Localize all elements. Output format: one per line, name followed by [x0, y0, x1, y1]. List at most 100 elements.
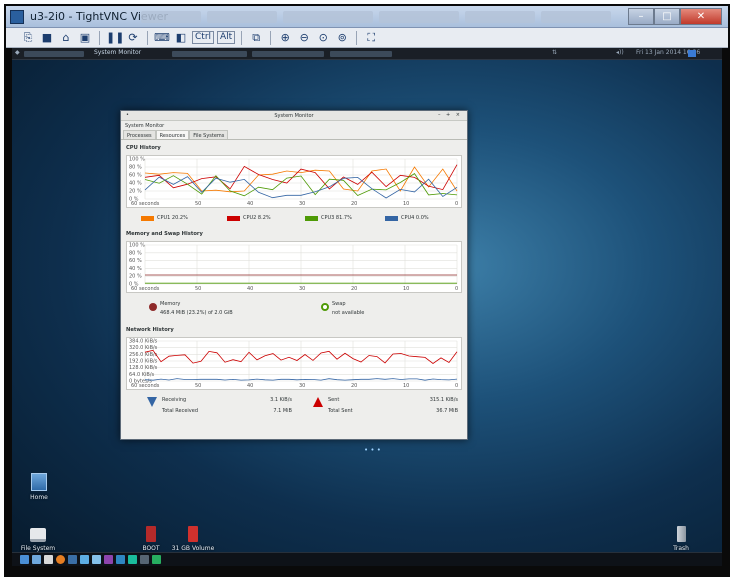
- workspace-switcher[interactable]: [688, 50, 696, 57]
- text-editor-icon[interactable]: [116, 555, 125, 564]
- remote-desktop[interactable]: ◆ System Monitor ⇅ ◂)) Fri 13 Jan 2014 1…: [12, 48, 722, 566]
- info-icon[interactable]: ▣: [77, 30, 93, 45]
- media-icon[interactable]: [104, 555, 113, 564]
- cpu2-label: CPU2 8.2%: [243, 215, 271, 221]
- loading-spinner-icon: • • •: [364, 446, 381, 454]
- network-icon[interactable]: ⇅: [552, 49, 557, 56]
- show-desktop-icon[interactable]: [20, 555, 29, 564]
- x-tick-label: 50: [195, 201, 201, 207]
- memory-history-title: Memory and Swap History: [126, 231, 203, 237]
- y-tick-label: 128.0 KiB/s: [129, 365, 158, 371]
- swap-label: Swap: [332, 301, 346, 307]
- desktop-icon-label: File System: [20, 545, 56, 552]
- monitor-menu-label[interactable]: System Monitor: [121, 121, 467, 130]
- cpu4-legend: CPU4 0.0%: [385, 215, 429, 221]
- viewer-toolbar: ⎘ ■ ⌂ ▣ ❚❚ ⟳ ⌨ ◧ Ctrl Alt ⧉ ⊕ ⊖ ⊙ ⊚ ⛶: [6, 28, 728, 48]
- tab-file-systems[interactable]: File Systems: [189, 130, 229, 139]
- trash-icon: [676, 526, 686, 542]
- x-tick-label: 50: [195, 383, 201, 389]
- cpu3-label: CPU3 81.7%: [321, 215, 352, 221]
- x-tick-label: 60 seconds: [131, 383, 160, 389]
- maximize-button[interactable]: □: [654, 8, 680, 25]
- cpu1-swatch[interactable]: [141, 215, 154, 221]
- memory-pie-icon[interactable]: [149, 303, 157, 311]
- zoom-100-icon[interactable]: ⊙: [315, 30, 331, 45]
- system-monitor-icon[interactable]: [128, 555, 137, 564]
- y-tick-label: 60 %: [129, 258, 142, 264]
- software-icon[interactable]: [140, 555, 149, 564]
- taskbar-window-system-monitor[interactable]: System Monitor: [94, 49, 141, 56]
- tab-processes[interactable]: Processes: [123, 130, 156, 139]
- x-tick-label: 10: [403, 383, 409, 389]
- x-tick-label: 20: [351, 286, 357, 292]
- toolbar-separator: [147, 30, 148, 45]
- cpu3-swatch[interactable]: [305, 215, 318, 221]
- swap-pie-icon[interactable]: [321, 303, 329, 311]
- menu-icon[interactable]: ◆: [15, 49, 20, 56]
- ctrl-alt-del-icon[interactable]: ⌨: [154, 30, 170, 45]
- total-sent-label: Total Sent: [328, 408, 353, 414]
- task-ghost: [252, 51, 324, 57]
- x-tick-label: 20: [351, 201, 357, 207]
- zoom-fit-icon[interactable]: ⊚: [334, 30, 350, 45]
- desktop-icon-file-system[interactable]: File System: [16, 528, 60, 552]
- desktop-icon-31gb-volume[interactable]: 31 GB Volume: [170, 526, 216, 552]
- terminal-icon[interactable]: [44, 555, 53, 564]
- cpu1-legend: CPU1 20.2%: [141, 215, 188, 221]
- minimize-button[interactable]: –: [628, 8, 654, 25]
- viewer-title-bar: u3-2i0 - TightVNC Viewer – □ ✕: [6, 6, 728, 28]
- pause-icon[interactable]: ❚❚: [106, 30, 124, 45]
- desktop-icon-trash[interactable]: Trash: [666, 526, 696, 552]
- cpu4-swatch[interactable]: [385, 215, 398, 221]
- remote-bottom-panel: [12, 552, 722, 566]
- network-history-graph: 384.0 KiB/s 320.0 KiB/s 256.0 KiB/s 192.0 K…: [126, 337, 462, 390]
- music-icon[interactable]: [152, 555, 161, 564]
- toolbar-separator: [99, 30, 100, 45]
- zoom-in-icon[interactable]: ⊕: [277, 30, 293, 45]
- desktop-icon-boot[interactable]: BOOT: [136, 526, 166, 552]
- alt-key-button[interactable]: Alt: [217, 31, 236, 44]
- y-tick-label: 40 %: [129, 266, 142, 272]
- win-key-icon[interactable]: ◧: [173, 30, 189, 45]
- files-icon[interactable]: [32, 555, 41, 564]
- sent-value: 315.1 KiB/s: [429, 397, 458, 403]
- desktop-icon-home[interactable]: Home: [24, 473, 54, 501]
- y-tick-label: 384.0 KiB/s: [129, 339, 158, 345]
- sent-arrow-icon[interactable]: [313, 397, 323, 407]
- mail-icon[interactable]: [80, 555, 89, 564]
- ctrl-key-button[interactable]: Ctrl: [192, 31, 215, 44]
- cpu3-legend: CPU3 81.7%: [305, 215, 352, 221]
- task-ghost: [330, 51, 392, 57]
- x-tick-label: 30: [299, 286, 305, 292]
- y-tick-label: 256.0 KiB/s: [129, 352, 158, 358]
- zoom-out-icon[interactable]: ⊖: [296, 30, 312, 45]
- cpu4-label: CPU4 0.0%: [401, 215, 429, 221]
- x-tick-label: 60 seconds: [131, 201, 160, 207]
- fullscreen-icon[interactable]: ⛶: [363, 30, 379, 45]
- x-tick-label: 10: [403, 201, 409, 207]
- receiving-arrow-icon[interactable]: [147, 397, 157, 407]
- browser-icon[interactable]: [56, 555, 65, 564]
- cpu1-label: CPU1 20.2%: [157, 215, 188, 221]
- image-viewer-icon[interactable]: [92, 555, 101, 564]
- swap-legend: Swap not available: [321, 301, 364, 316]
- settings-icon[interactable]: [68, 555, 77, 564]
- options-icon[interactable]: ⌂: [58, 30, 74, 45]
- new-connection-icon[interactable]: ⎘: [20, 30, 36, 45]
- cpu2-legend: CPU2 8.2%: [227, 215, 271, 221]
- usb-drive-icon: [188, 526, 198, 542]
- cpu2-swatch[interactable]: [227, 215, 240, 221]
- close-button[interactable]: ✕: [680, 8, 722, 25]
- volume-icon[interactable]: ◂)): [616, 49, 624, 56]
- monitor-window-controls[interactable]: – + ×: [438, 112, 462, 118]
- refresh-icon[interactable]: ⟳: [125, 30, 141, 45]
- y-tick-label: 20 %: [129, 189, 142, 195]
- x-tick-label: 0: [455, 286, 458, 292]
- save-icon[interactable]: ■: [39, 30, 55, 45]
- transfer-files-icon[interactable]: ⧉: [248, 30, 264, 45]
- cpu-history-title: CPU History: [126, 145, 161, 151]
- y-tick-label: 100 %: [129, 243, 145, 249]
- tab-resources[interactable]: Resources: [155, 130, 190, 139]
- window-controls: – □ ✕: [628, 8, 722, 25]
- x-tick-label: 0: [455, 201, 458, 207]
